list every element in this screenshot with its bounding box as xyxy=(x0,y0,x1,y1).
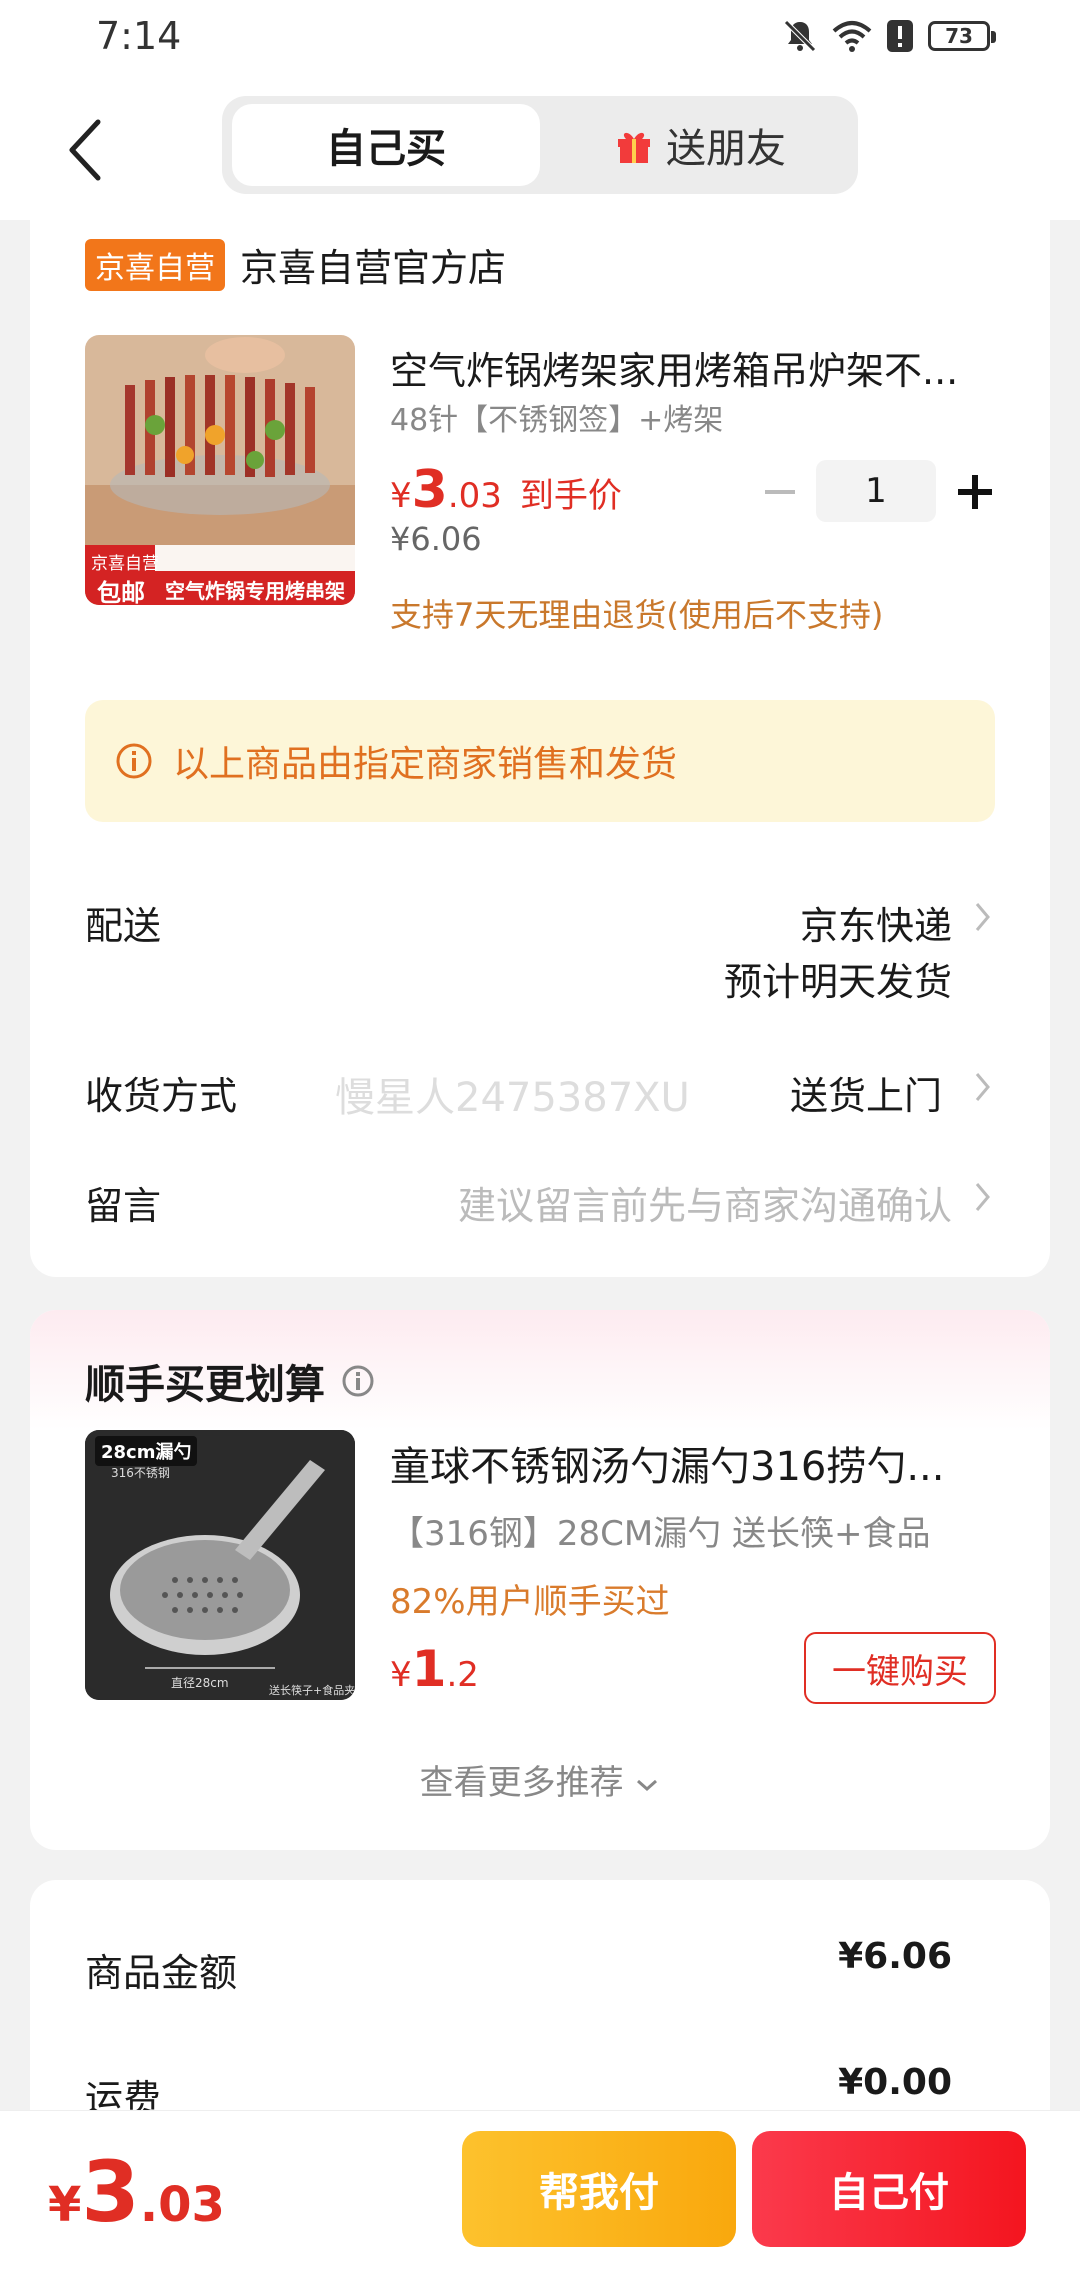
rec-price-integer: 1 xyxy=(411,1640,447,1698)
total-symbol: ¥ xyxy=(48,2177,82,2233)
delivery-carrier[interactable]: 京东快递 xyxy=(800,895,952,950)
shipping-fee-value: ¥0.00 xyxy=(838,2062,952,2103)
tab-gift-friend-label: 送朋友 xyxy=(666,126,786,172)
bell-muted-icon xyxy=(784,20,816,52)
store-name[interactable]: 京喜自营官方店 xyxy=(240,237,506,292)
image-badge-bottom: 包邮 xyxy=(97,579,145,605)
price-decimal: .03 xyxy=(447,476,502,516)
quantity-input[interactable]: 1 xyxy=(816,460,936,522)
image-tag: 28cm漏勺 xyxy=(95,1436,198,1466)
tab-gift-friend[interactable]: 送朋友 xyxy=(552,104,848,186)
product-title[interactable]: 空气炸锅烤架家用烤箱吊炉架不... xyxy=(390,340,1010,395)
recommendation-title-text: 顺手买更划算 xyxy=(85,1362,325,1408)
rec-price-decimal: .2 xyxy=(446,1655,479,1695)
image-caption-2: 送长筷子+食品夹 xyxy=(269,1684,355,1697)
watermark-text: 慢星人2475387XU xyxy=(335,1075,690,1121)
quantity-decrease-button[interactable] xyxy=(760,470,800,514)
back-arrow-icon[interactable] xyxy=(56,110,116,190)
product-image[interactable]: 京喜自营 包邮 空气炸锅专用烤串架 xyxy=(85,335,355,605)
seller-notice-text: 以上商品由指定商家销售和发货 xyxy=(173,744,678,785)
recommendation-percent: 82%用户顺手买过 xyxy=(390,1582,670,1622)
receive-method-label: 收货方式 xyxy=(85,1074,238,1118)
price-symbol: ¥ xyxy=(390,476,412,516)
wifi-icon xyxy=(832,21,872,52)
recommendation-card: 顺手买更划算 28cm漏勺 316不锈钢 直径28cm 送长筷子+食品夹 童球不… xyxy=(30,1310,1050,1850)
info-icon[interactable] xyxy=(341,1364,375,1398)
image-caption: 直径28cm xyxy=(171,1676,229,1690)
purchase-mode-switch: 自己买 送朋友 xyxy=(222,96,858,194)
chevron-right-icon[interactable] xyxy=(972,1069,994,1105)
recommendation-title[interactable]: 童球不锈钢汤勺漏勺316捞勺... xyxy=(390,1434,1010,1492)
message-label: 留言 xyxy=(85,1184,162,1228)
goods-amount-value: ¥6.06 xyxy=(838,1936,952,1977)
recommendation-image[interactable]: 28cm漏勺 316不锈钢 直径28cm 送长筷子+食品夹 xyxy=(85,1430,355,1700)
image-badge-top: 京喜自营 xyxy=(91,554,159,574)
chevron-right-icon[interactable] xyxy=(972,1179,994,1215)
receive-method-value[interactable]: 送货上门 xyxy=(790,1065,942,1120)
price-label: 到手价 xyxy=(519,476,622,516)
status-time: 7:14 xyxy=(96,14,182,58)
chevron-down-icon xyxy=(637,1779,658,1792)
help-me-pay-button[interactable]: 帮我付 xyxy=(462,2131,736,2247)
total-integer: 3 xyxy=(81,2143,140,2241)
status-bar: 7:14 73 xyxy=(0,0,1080,80)
one-click-buy-button[interactable]: 一键购买 xyxy=(804,1632,996,1704)
tab-buy-self-label: 自己买 xyxy=(326,126,446,172)
delivery-estimate: 预计明天发货 xyxy=(723,960,952,1004)
product-spec[interactable]: 48针【不锈钢签】+烤架 xyxy=(390,395,723,439)
order-card: 京喜自营 京喜自营官方店 京喜自营 包邮 空气炸锅专用烤串架 空气炸锅烤架家用烤… xyxy=(30,215,1050,1277)
see-more-label: 查看更多推荐 xyxy=(419,1763,624,1803)
pay-self-button[interactable]: 自己付 xyxy=(752,2131,1026,2247)
goods-amount-label: 商品金额 xyxy=(85,1951,238,1995)
chevron-right-icon[interactable] xyxy=(972,899,994,935)
image-sub: 316不锈钢 xyxy=(111,1466,170,1480)
quantity-increase-button[interactable] xyxy=(950,467,1000,517)
recommendation-price: ¥ 1 .2 xyxy=(390,1640,479,1698)
message-input[interactable]: 建议留言前先与商家沟通确认 xyxy=(458,1175,952,1230)
total-decimal: .03 xyxy=(139,2177,225,2233)
battery-icon: 73 xyxy=(928,21,996,51)
recommendation-section-title: 顺手买更划算 xyxy=(85,1352,375,1410)
seller-notice: 以上商品由指定商家销售和发货 xyxy=(85,700,995,822)
alert-icon xyxy=(887,20,913,52)
rec-price-symbol: ¥ xyxy=(390,1655,412,1695)
checkout-bar: ¥ 3 .03 帮我付 自己付 xyxy=(0,2110,1080,2280)
return-policy: 支持7天无理由退货(使用后不支持) xyxy=(390,596,884,634)
tab-buy-self[interactable]: 自己买 xyxy=(232,104,540,186)
status-icons: 73 xyxy=(782,18,996,54)
product-price: ¥ 3 .03 到手价 xyxy=(390,460,622,520)
original-price: ¥6.06 xyxy=(390,520,482,558)
header: 自己买 送朋友 xyxy=(0,80,1080,220)
delivery-label: 配送 xyxy=(85,904,162,948)
price-integer: 3 xyxy=(411,460,448,520)
recommendation-spec[interactable]: 【316钢】28CM漏勺 送长筷+食品 xyxy=(390,1506,931,1555)
store-badge: 京喜自营 xyxy=(85,239,225,291)
total-price: ¥ 3 .03 xyxy=(48,2143,225,2241)
info-icon xyxy=(116,743,152,779)
see-more-recommendations[interactable]: 查看更多推荐 xyxy=(30,1755,1050,1804)
image-banner: 空气炸锅专用烤串架 xyxy=(165,579,345,603)
gift-icon xyxy=(618,132,650,163)
